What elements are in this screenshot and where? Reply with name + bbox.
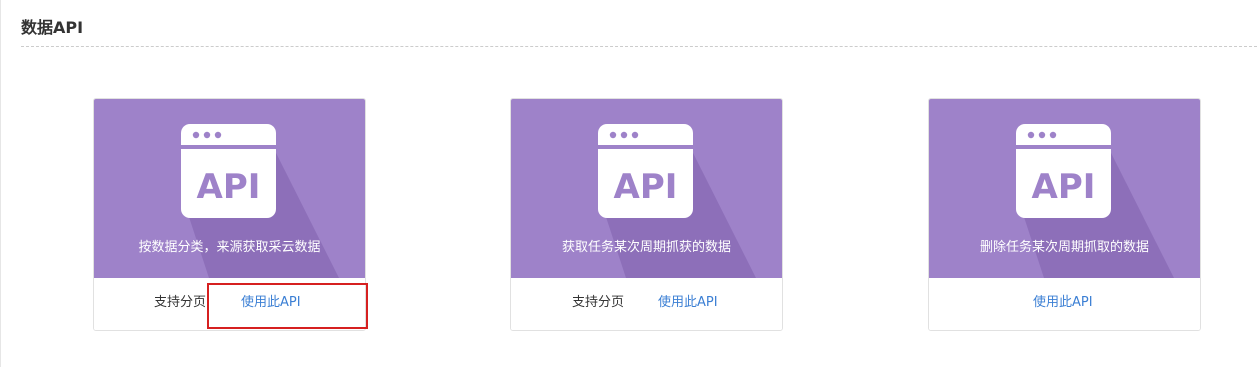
paging-support-label: 支持分页 [572,295,625,310]
card-banner: API 删除任务某次周期抓取的数据 [929,99,1200,278]
section-title: 数据API [21,18,84,37]
left-border [0,0,1,367]
card-description: 获取任务某次周期抓获的数据 [561,240,731,255]
card-banner: API 获取任务某次周期抓获的数据 [511,99,782,278]
api-icon-text: API [614,167,678,207]
use-api-link[interactable]: 使用此API [658,293,718,313]
use-api-link[interactable]: 使用此API [1033,293,1093,313]
page: 数据API API 按数据分类，来源获取采云数据 支持分页 使用此API API… [0,0,1257,367]
card-banner: API 按数据分类，来源获取采云数据 [94,99,365,278]
section-divider [21,46,1257,47]
card-footer: 使用此API [929,278,1200,330]
api-icon-text: API [197,167,261,207]
card-footer: 支持分页 使用此API [511,278,782,330]
card-description: 按数据分类，来源获取采云数据 [138,240,321,255]
card-description: 删除任务某次周期抓取的数据 [979,240,1149,255]
api-icon-text: API [1032,167,1096,207]
paging-support-label: 支持分页 [154,295,207,310]
highlight-annotation-box [207,283,368,329]
api-card-2: API 获取任务某次周期抓获的数据 支持分页 使用此API [510,98,783,331]
api-card-3: API 删除任务某次周期抓取的数据 使用此API [928,98,1201,331]
